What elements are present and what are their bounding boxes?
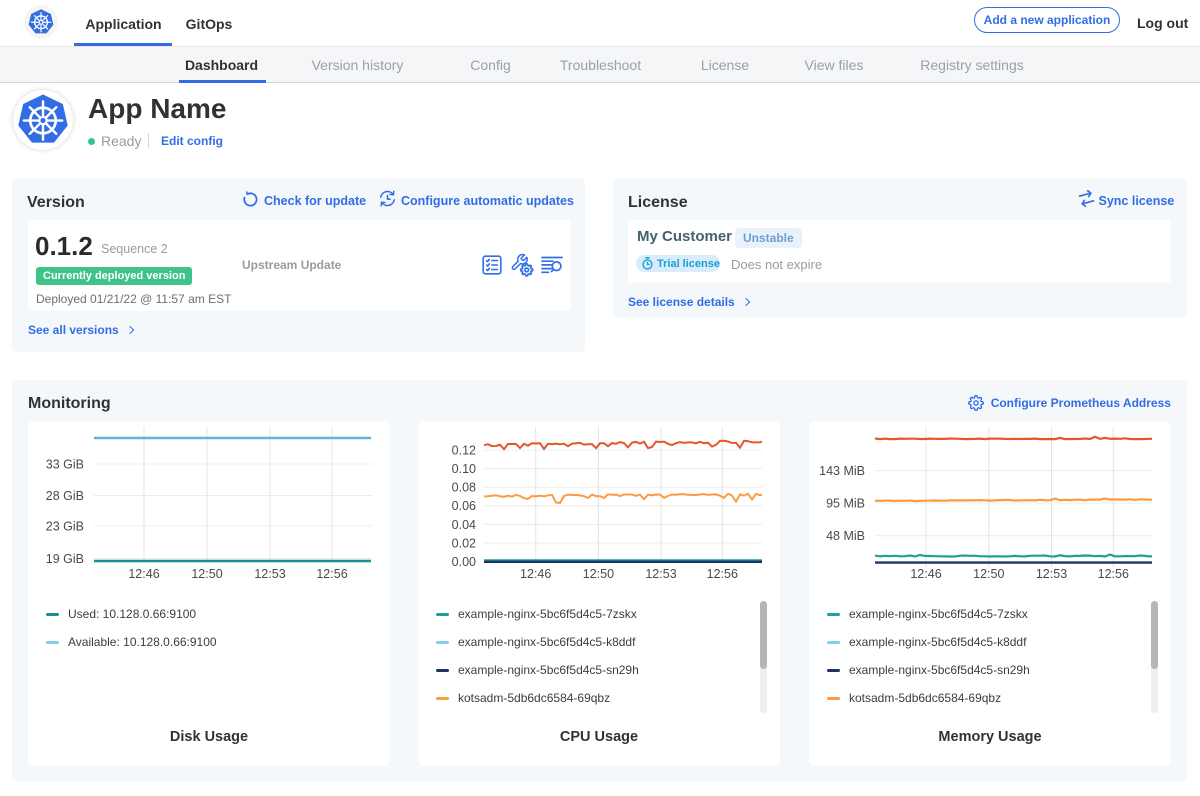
svg-text:0.08: 0.08 — [452, 481, 476, 495]
svg-text:12:46: 12:46 — [910, 567, 941, 581]
svg-text:0.00: 0.00 — [452, 555, 476, 569]
svg-text:12:50: 12:50 — [191, 567, 222, 581]
svg-text:48 MiB: 48 MiB — [826, 529, 865, 543]
svg-text:0.04: 0.04 — [452, 518, 476, 532]
svg-text:12:46: 12:46 — [128, 567, 159, 581]
svg-text:19 GiB: 19 GiB — [46, 552, 84, 566]
svg-text:12:56: 12:56 — [707, 567, 738, 581]
svg-text:0.10: 0.10 — [452, 462, 476, 476]
svg-text:28 GiB: 28 GiB — [46, 489, 84, 503]
svg-text:12:50: 12:50 — [973, 567, 1004, 581]
svg-text:143 MiB: 143 MiB — [819, 464, 865, 478]
svg-text:12:50: 12:50 — [583, 567, 614, 581]
svg-text:0.02: 0.02 — [452, 536, 476, 550]
svg-text:12:46: 12:46 — [520, 567, 551, 581]
svg-text:12:53: 12:53 — [1036, 567, 1067, 581]
svg-text:0.12: 0.12 — [452, 443, 476, 457]
svg-text:12:53: 12:53 — [645, 567, 676, 581]
svg-text:33 GiB: 33 GiB — [46, 457, 84, 471]
svg-text:95 MiB: 95 MiB — [826, 496, 865, 510]
svg-text:23 GiB: 23 GiB — [46, 519, 84, 533]
svg-text:12:53: 12:53 — [254, 567, 285, 581]
svg-text:12:56: 12:56 — [316, 567, 347, 581]
svg-text:0.06: 0.06 — [452, 499, 476, 513]
svg-text:12:56: 12:56 — [1098, 567, 1129, 581]
